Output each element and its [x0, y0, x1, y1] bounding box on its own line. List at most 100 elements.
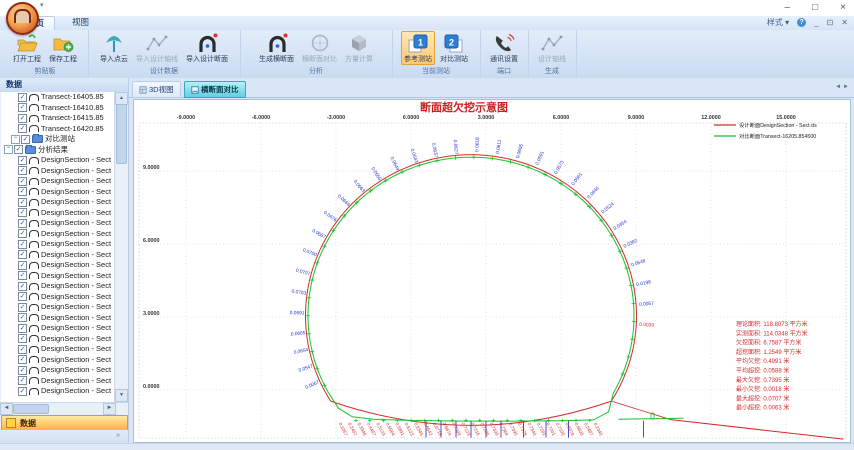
tree-item[interactable]: ✓DesignSection - Sect	[1, 250, 115, 261]
scrollbar-thumb[interactable]	[13, 404, 49, 414]
tree-checkbox[interactable]: ✓	[18, 208, 27, 217]
import-design-axis-button[interactable]: 导入设计轴线	[133, 31, 181, 65]
tree-vertical-scrollbar[interactable]: ▲ ▼	[114, 92, 127, 402]
tree-checkbox[interactable]: ✓	[18, 177, 27, 186]
tree-expander-icon[interactable]: −	[11, 135, 20, 144]
tree-checkbox[interactable]: ✓	[18, 166, 27, 175]
tunnel-icon	[29, 377, 39, 384]
tree-checkbox[interactable]: ✓	[18, 187, 27, 196]
tree-item-label: Transect-16415.85	[41, 113, 104, 124]
tree-item[interactable]: ✓ Transect-16415.85	[1, 113, 115, 124]
tree-checkbox[interactable]: ✓	[18, 376, 27, 385]
data-panel-button[interactable]: 数据	[1, 415, 128, 431]
tree-item[interactable]: ✓DesignSection - Sect	[1, 229, 115, 240]
tree-checkbox[interactable]: ✓	[18, 198, 27, 207]
help-icon[interactable]: ?	[797, 18, 806, 27]
tree-checkbox[interactable]: ✓	[14, 145, 23, 154]
tree-checkbox[interactable]: ✓	[18, 156, 27, 165]
doc-restore-icon[interactable]: ⊡	[827, 18, 834, 27]
tab-scroll-left-icon[interactable]: ◄	[835, 84, 843, 90]
tree-checkbox[interactable]: ✓	[18, 303, 27, 312]
tree-checkbox[interactable]: ✓	[18, 114, 27, 123]
maximize-button[interactable]: □	[812, 2, 818, 14]
tree-checkbox[interactable]: ✓	[18, 324, 27, 333]
tree-checkbox[interactable]: ✓	[18, 103, 27, 112]
tree-item[interactable]: ✓DesignSection - Sect	[1, 208, 115, 219]
reference-station-button[interactable]: 1 参考测站	[401, 31, 435, 65]
tree-checkbox[interactable]: ✓	[18, 229, 27, 238]
import-design-section-button[interactable]: 导入设计断面	[183, 31, 231, 65]
tree-item[interactable]: ✓DesignSection - Sect	[1, 313, 115, 324]
offset-annotation: 0.0656	[369, 166, 382, 182]
tree-checkbox[interactable]: ✓	[18, 261, 27, 270]
minimize-button[interactable]: –	[785, 2, 791, 14]
tree-expander-icon[interactable]: −	[4, 145, 13, 154]
ribbon-tab-view[interactable]: 视图	[62, 16, 99, 29]
volume-calc-button[interactable]: 方量计算	[342, 31, 376, 65]
tree-item[interactable]: ✓DesignSection - Sect	[1, 292, 115, 303]
tab-scroll-right-icon[interactable]: ►	[843, 84, 851, 90]
tree-item[interactable]: ✓DesignSection - Sect	[1, 376, 115, 387]
tree-checkbox[interactable]: ✓	[18, 334, 27, 343]
doc-minimize-icon[interactable]: _	[814, 18, 818, 27]
tree-checkbox[interactable]: ✓	[18, 366, 27, 375]
tree-checkbox[interactable]: ✓	[18, 250, 27, 259]
tree-checkbox[interactable]: ✓	[18, 240, 27, 249]
save-project-button[interactable]: 保存工程	[46, 31, 80, 65]
tree-item[interactable]: ✓DesignSection - Sect	[1, 302, 115, 313]
design-axis-button[interactable]: 设计轴线	[535, 31, 569, 65]
tree-checkbox[interactable]: ✓	[21, 135, 30, 144]
style-menu[interactable]: 样式 ▾	[767, 17, 789, 28]
tree-checkbox[interactable]: ✓	[18, 271, 27, 280]
scroll-right-icon[interactable]: ►	[103, 403, 116, 415]
tree-item[interactable]: ✓Transect-16420.85	[1, 124, 115, 135]
open-project-button[interactable]: 打开工程	[10, 31, 44, 65]
tree-item[interactable]: −✓分析结果	[1, 145, 115, 156]
tree-item[interactable]: ✓DesignSection - Sect	[1, 166, 115, 177]
scroll-left-icon[interactable]: ◄	[0, 403, 13, 415]
tree-item[interactable]: ✓DesignSection - Sect	[1, 323, 115, 334]
comm-settings-button[interactable]: 通讯设置	[487, 31, 521, 65]
tree-item[interactable]: ✓DesignSection - Sect	[1, 386, 115, 397]
tree-checkbox[interactable]: ✓	[18, 345, 27, 354]
tree-item[interactable]: ✓DesignSection - Sect	[1, 197, 115, 208]
doc-close-icon[interactable]: ✕	[841, 18, 848, 27]
tab-section-compare[interactable]: 横断面对比	[184, 81, 246, 98]
tree-horizontal-scrollbar[interactable]: ◄ ►	[0, 402, 128, 414]
tree-item[interactable]: ✓Transect-16405.85	[1, 92, 115, 103]
scroll-down-icon[interactable]: ▼	[115, 389, 128, 402]
chart-annotations: 0.00670.05470.06540.06650.06910.07030.07…	[290, 137, 655, 437]
tree-item[interactable]: ✓DesignSection - Sect	[1, 334, 115, 345]
tree-checkbox[interactable]: ✓	[18, 219, 27, 228]
generate-cross-section-button[interactable]: 生成横断面	[256, 31, 297, 65]
tree-checkbox[interactable]: ✓	[18, 124, 27, 133]
tree-item[interactable]: ✓DesignSection - Sect	[1, 239, 115, 250]
app-menu-orb[interactable]	[6, 2, 39, 35]
tree-item[interactable]: ✓DesignSection - Sect	[1, 155, 115, 166]
tree-checkbox[interactable]: ✓	[18, 313, 27, 322]
tree-item[interactable]: −✓对比测站	[1, 134, 115, 145]
tree-item[interactable]: ✓DesignSection - Sect	[1, 355, 115, 366]
compare-station-button[interactable]: 2 对比测站	[437, 31, 471, 65]
tree-item[interactable]: ✓DesignSection - Sect	[1, 218, 115, 229]
tree-checkbox[interactable]: ✓	[18, 292, 27, 301]
tree-checkbox[interactable]: ✓	[18, 387, 27, 396]
tree-item[interactable]: ✓DesignSection - Sect	[1, 176, 115, 187]
tree-item[interactable]: ✓Transect-16410.85	[1, 103, 115, 114]
tab-3d-view[interactable]: 3D视图	[132, 81, 181, 98]
tree-checkbox[interactable]: ✓	[18, 93, 27, 102]
tree-checkbox[interactable]: ✓	[18, 282, 27, 291]
more-panels-icon[interactable]: »	[116, 432, 120, 439]
tree-item[interactable]: ✓DesignSection - Sect	[1, 281, 115, 292]
tree-item[interactable]: ✓DesignSection - Sect	[1, 365, 115, 376]
tree-item[interactable]: ✓DesignSection - Sect	[1, 260, 115, 271]
tree-item[interactable]: ✓DesignSection - Sect	[1, 344, 115, 355]
tree-item[interactable]: ✓DesignSection - Sect	[1, 187, 115, 198]
tree-checkbox[interactable]: ✓	[18, 355, 27, 364]
scrollbar-thumb[interactable]	[116, 104, 127, 164]
import-point-cloud-button[interactable]: 导入点云	[97, 31, 131, 65]
cross-section-compare-button[interactable]: 横断面对比	[299, 31, 340, 65]
quick-access-dropdown-icon[interactable]: ▾	[40, 1, 44, 9]
tree-item[interactable]: ✓DesignSection - Sect	[1, 271, 115, 282]
close-button[interactable]: ×	[840, 2, 846, 14]
